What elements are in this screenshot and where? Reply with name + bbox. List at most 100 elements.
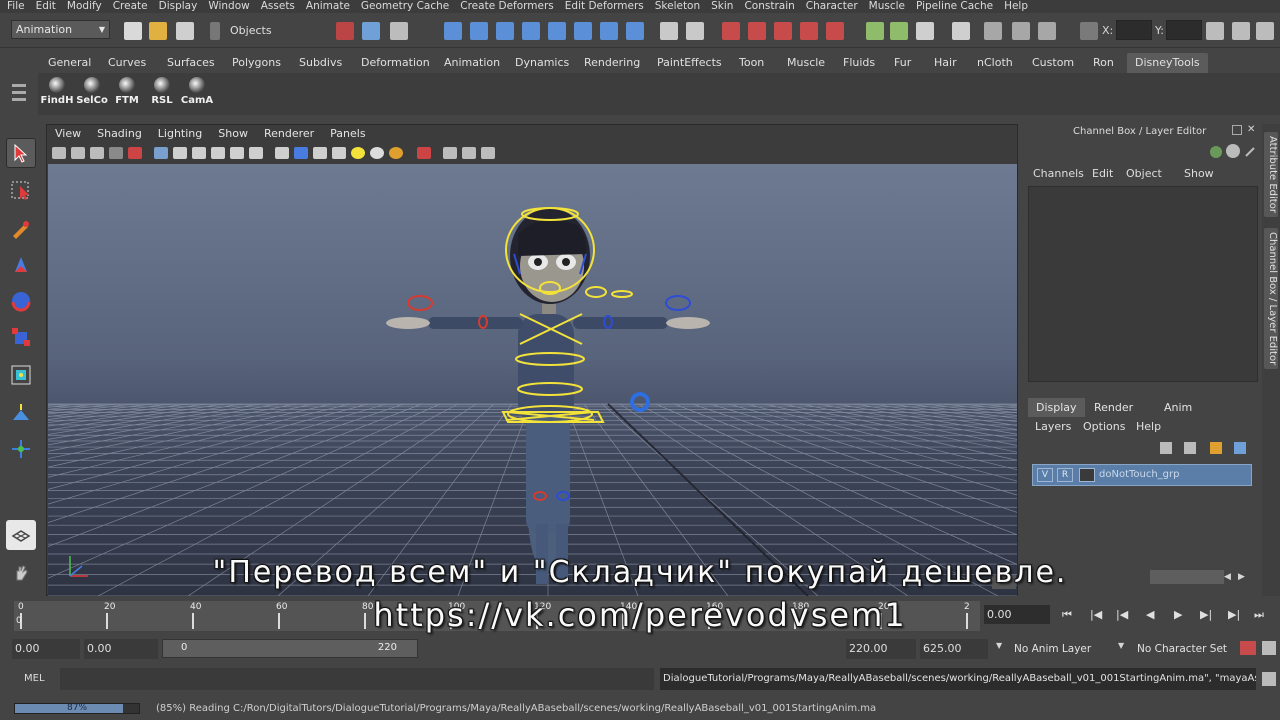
select-tool[interactable] [6,138,36,168]
channel-box-layer-toggle-icon[interactable] [1226,144,1240,158]
all-lights-icon[interactable] [370,147,384,159]
select-by-joint-icon[interactable] [470,22,488,40]
ipr-render-icon[interactable] [984,22,1002,40]
input-output-icon[interactable] [866,22,884,40]
universal-manipulator-tool[interactable] [6,360,36,390]
channel-box-menu-channels[interactable]: Channels [1033,167,1084,180]
snap-grid-icon[interactable] [722,22,740,40]
menu-set-dropdown[interactable]: Animation ▼ [11,20,110,39]
channel-box-menu-object[interactable]: Object [1126,167,1162,180]
menu-assets[interactable]: Assets [261,0,295,13]
menu-window[interactable]: Window [208,0,249,13]
camera-attributes-icon[interactable] [71,147,85,159]
layer-move-up-icon[interactable] [1160,442,1172,454]
move-tool[interactable] [6,250,36,280]
component-mode-icon[interactable] [390,22,408,40]
layer-tab-anim[interactable]: Anim [1156,398,1200,417]
shelf-tab-rendering[interactable]: Rendering [584,53,640,73]
menu-constrain[interactable]: Constrain [744,0,794,13]
transform-field-icon[interactable] [1080,22,1098,40]
pipette-icon[interactable] [1244,144,1258,158]
layer-menu-layers[interactable]: Layers [1035,420,1071,433]
new-scene-icon[interactable] [124,22,142,40]
shelf-tab-custom[interactable]: Custom [1032,53,1074,73]
viewport-menu-shading[interactable]: Shading [97,125,142,142]
layer-reference-toggle[interactable]: R [1057,468,1073,482]
render-view-icon[interactable] [952,22,970,40]
menu-skeleton[interactable]: Skeleton [655,0,700,13]
shelf-tab-disneytools[interactable]: DisneyTools [1127,53,1208,73]
layer-name[interactable]: doNotTouch_grp [1099,469,1180,480]
command-input[interactable] [60,668,654,690]
shelf-button-findh[interactable]: FindH [40,77,74,106]
shelf-tab-surfaces[interactable]: Surfaces [167,53,215,73]
menu-help[interactable]: Help [1004,0,1028,13]
menu-skin[interactable]: Skin [711,0,733,13]
render-settings-icon[interactable] [1012,22,1030,40]
channel-box-tab[interactable]: Channel Box / Layer Editor [1264,228,1278,370]
snap-view-plane-icon[interactable] [800,22,818,40]
menu-modify[interactable]: Modify [67,0,102,13]
snap-curve-icon[interactable] [748,22,766,40]
close-panel-icon[interactable]: ✕ [1247,124,1255,135]
xray-components-icon[interactable] [481,147,495,159]
image-plane-icon[interactable] [109,147,123,159]
shelf-tab-subdivs[interactable]: Subdivs [299,53,342,73]
perspective-viewport[interactable]: View Shading Lighting Show Renderer Panels [46,124,1018,596]
menu-create[interactable]: Create [113,0,148,13]
gate-mask-icon[interactable] [211,147,225,159]
menu-file[interactable]: File [7,0,25,13]
textured-icon[interactable] [332,147,346,159]
x-field[interactable] [1116,20,1152,40]
shelf-button-selco[interactable]: SelCo [75,77,109,106]
playback-start-field[interactable]: 0.00 [84,639,158,659]
layer-menu-options[interactable]: Options [1083,420,1125,433]
snap-point-icon[interactable] [774,22,792,40]
shelf-tab-muscle[interactable]: Muscle [787,53,825,73]
soft-modification-tool[interactable] [6,398,36,428]
resolution-gate-icon[interactable] [192,147,206,159]
hypershade-icon[interactable] [1038,22,1056,40]
toggle-channel-box-icon[interactable] [1256,22,1274,40]
create-layer-from-selection-icon[interactable] [1234,442,1246,454]
make-live-icon[interactable] [826,22,844,40]
range-slider[interactable]: 0 220 [162,639,418,658]
wireframe-icon[interactable] [275,147,289,159]
channel-box-menu-show[interactable]: Show [1184,167,1214,180]
mel-label[interactable]: MEL [24,673,45,684]
attribute-editor-tab[interactable]: Attribute Editor [1264,132,1278,217]
shelf-tab-ron[interactable]: Ron [1093,53,1114,73]
shelf-tab-fluids[interactable]: Fluids [843,53,875,73]
shelf-button-ftm[interactable]: FTM [110,77,144,106]
select-by-deformation-icon[interactable] [548,22,566,40]
layer-row[interactable]: V R doNotTouch_grp [1032,464,1252,486]
selection-mask-icon[interactable] [210,22,220,40]
shelf-tab-curves[interactable]: Curves [108,53,146,73]
menu-edit-deformers[interactable]: Edit Deformers [565,0,644,13]
shelf-tab-polygons[interactable]: Polygons [232,53,281,73]
select-by-surface-icon[interactable] [522,22,540,40]
xray-joints-icon[interactable] [462,147,476,159]
film-gate-icon[interactable] [173,147,187,159]
save-scene-icon[interactable] [176,22,194,40]
construction-history-icon[interactable] [890,22,908,40]
toggle-tool-settings-icon[interactable] [1232,22,1250,40]
show-manipulator-tool[interactable] [6,434,36,464]
smooth-shade-icon[interactable] [294,147,308,159]
shelf-tab-animation[interactable]: Animation [444,53,500,73]
layer-tab-display[interactable]: Display [1028,398,1085,417]
shelf-tab-dynamics[interactable]: Dynamics [515,53,569,73]
layer-color-swatch[interactable] [1079,468,1095,482]
menu-animate[interactable]: Animate [306,0,350,13]
layer-visibility-toggle[interactable]: V [1037,468,1053,482]
start-time-field[interactable]: 0.00 [12,639,80,659]
viewport-menu-view[interactable]: View [55,125,81,142]
viewport-menu-show[interactable]: Show [218,125,248,142]
channel-box-view-icon[interactable] [1210,146,1222,158]
playback-end-field[interactable]: 220.00 [846,639,916,659]
shelf-button-cama[interactable]: CamA [180,77,214,106]
open-scene-icon[interactable] [149,22,167,40]
shelf-menu-icon[interactable] [12,80,26,110]
y-field[interactable] [1166,20,1202,40]
channel-box-list[interactable] [1028,186,1258,382]
